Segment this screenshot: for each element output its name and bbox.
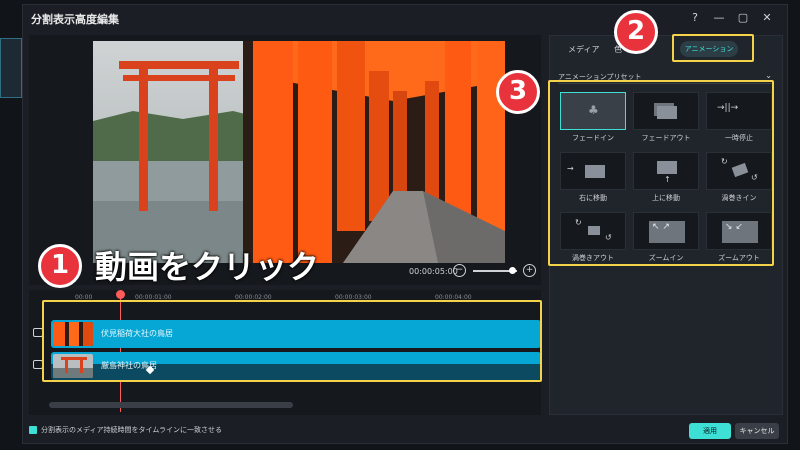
zoom-slider-handle[interactable]: [509, 267, 516, 274]
highlight-timeline-clips: [42, 300, 542, 382]
chevron-down-icon: ⌄: [765, 71, 772, 80]
maximize-icon[interactable]: ▢: [735, 10, 751, 26]
sync-duration-checkbox[interactable]: [29, 426, 37, 434]
step-1-badge: 1: [38, 244, 82, 288]
dialog-title: 分割表示高度編集: [31, 13, 119, 26]
sync-duration-label: 分割表示のメディア持続時間をタイムラインに一致させる: [41, 426, 223, 434]
timecode: 00:00:05:00: [409, 267, 458, 276]
instruction-text: 動画をクリック: [95, 248, 320, 286]
step-3-badge: 3: [496, 70, 540, 114]
playhead-handle[interactable]: [116, 290, 125, 299]
preview-image[interactable]: [93, 41, 505, 263]
minimize-icon[interactable]: —: [711, 10, 727, 26]
background-media-thumb: [0, 38, 22, 98]
cancel-button[interactable]: キャンセル: [735, 423, 779, 439]
close-icon[interactable]: ✕: [759, 10, 775, 26]
highlight-animation-tab: [672, 34, 754, 62]
apply-button[interactable]: 適用: [689, 423, 731, 439]
zoom-out-button[interactable]: −: [453, 264, 466, 277]
zoom-in-button[interactable]: +: [523, 264, 536, 277]
highlight-preset-grid: [548, 80, 774, 266]
step-2-badge: 2: [614, 10, 658, 54]
timeline-scrollbar[interactable]: [49, 402, 293, 408]
title-bar: 分割表示高度編集 ? — ▢ ✕: [23, 5, 787, 31]
help-circle-icon[interactable]: ?: [687, 10, 703, 26]
tab-media[interactable]: メディア: [568, 44, 599, 55]
